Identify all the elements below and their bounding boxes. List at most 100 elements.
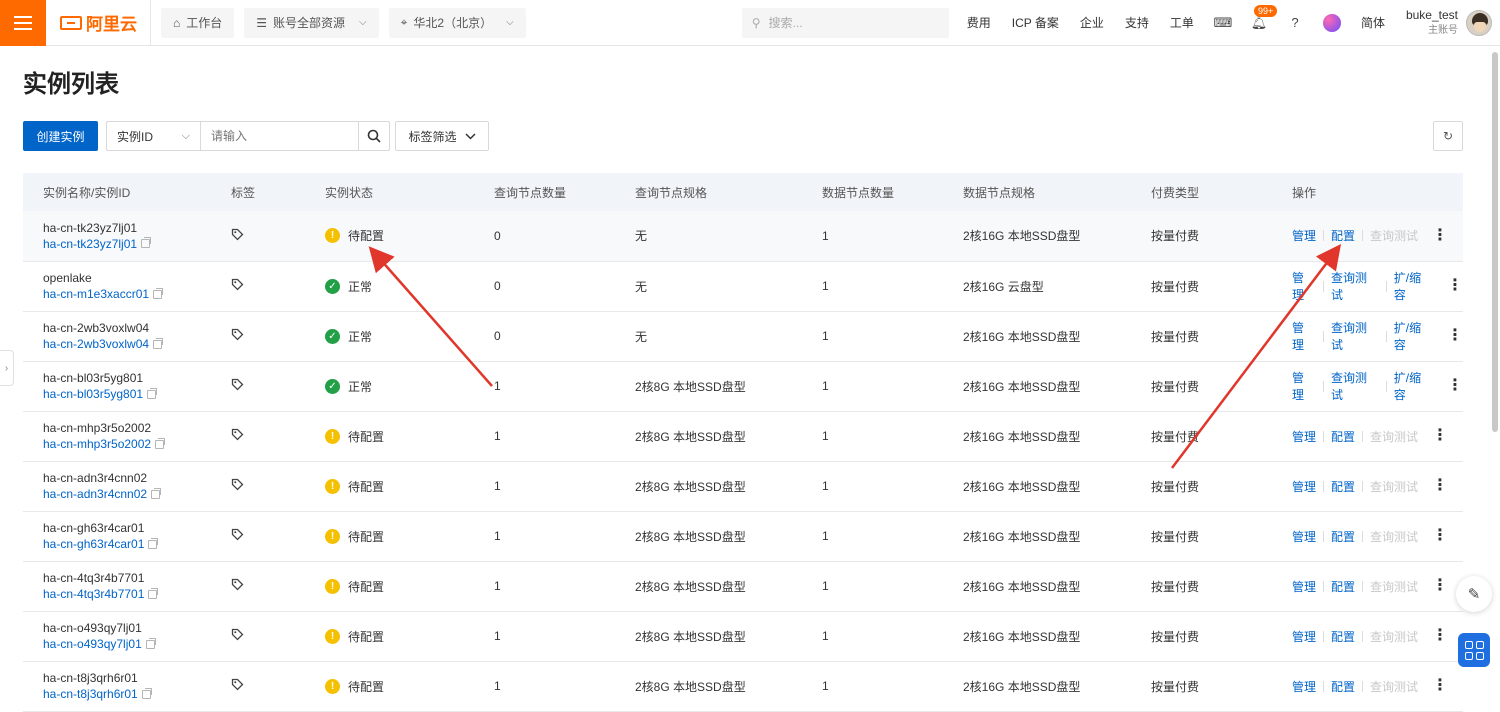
action-link[interactable]: 管理 bbox=[1292, 227, 1316, 244]
action-link[interactable]: 管理 bbox=[1292, 678, 1316, 695]
filter-field-select[interactable]: 实例ID ⌵ bbox=[107, 122, 201, 150]
resource-selector[interactable]: ☰ 账号全部资源 ⌵ bbox=[244, 7, 379, 38]
action-link[interactable]: 管理 bbox=[1292, 269, 1316, 303]
instance-id[interactable]: ha-cn-gh63r4car01 bbox=[43, 536, 144, 552]
search-button[interactable] bbox=[358, 122, 389, 150]
tag-icon[interactable] bbox=[231, 428, 244, 441]
instance-id-link[interactable]: ha-cn-bl03r5yg801 bbox=[43, 386, 211, 402]
copy-icon[interactable] bbox=[148, 587, 159, 599]
instance-id-link[interactable]: ha-cn-adn3r4cnn02 bbox=[43, 486, 211, 502]
quick-menu-button[interactable] bbox=[1458, 633, 1490, 667]
action-link[interactable]: 管理 bbox=[1292, 478, 1316, 495]
copy-icon[interactable] bbox=[153, 337, 164, 349]
create-instance-button[interactable]: 创建实例 bbox=[23, 121, 98, 151]
instance-id-link[interactable]: ha-cn-tk23yz7lj01 bbox=[43, 236, 211, 252]
tag-icon[interactable] bbox=[231, 328, 244, 341]
instance-id[interactable]: ha-cn-mhp3r5o2002 bbox=[43, 436, 151, 452]
instance-id[interactable]: ha-cn-adn3r4cnn02 bbox=[43, 486, 147, 502]
nav-link-billing[interactable]: 费用 bbox=[967, 14, 991, 31]
action-link[interactable]: 配置 bbox=[1331, 528, 1355, 545]
copy-icon[interactable] bbox=[151, 487, 162, 499]
action-link[interactable]: 查询测试 bbox=[1331, 369, 1379, 403]
ai-assistant-icon[interactable] bbox=[1322, 13, 1341, 32]
action-link[interactable]: 管理 bbox=[1292, 319, 1316, 353]
tag-icon[interactable] bbox=[231, 578, 244, 591]
more-actions-icon[interactable]: ⋮ bbox=[1432, 628, 1448, 644]
tag-icon[interactable] bbox=[231, 528, 244, 541]
more-actions-icon[interactable]: ⋮ bbox=[1432, 578, 1448, 594]
scrollbar[interactable] bbox=[1492, 52, 1498, 432]
nav-link-support[interactable]: 支持 bbox=[1125, 14, 1149, 31]
more-actions-icon[interactable]: ⋮ bbox=[1432, 528, 1448, 544]
more-actions-icon[interactable]: ⋮ bbox=[1432, 678, 1448, 694]
region-selector[interactable]: ⌖ 华北2（北京） ⌵ bbox=[388, 7, 526, 38]
instance-id[interactable]: ha-cn-2wb3voxlw04 bbox=[43, 336, 149, 352]
instance-id[interactable]: ha-cn-bl03r5yg801 bbox=[43, 386, 143, 402]
tag-icon[interactable] bbox=[231, 278, 244, 291]
user-info[interactable]: buke_test 主账号 bbox=[1406, 7, 1458, 39]
action-link[interactable]: 管理 bbox=[1292, 578, 1316, 595]
action-link[interactable]: 配置 bbox=[1331, 428, 1355, 445]
copy-icon[interactable] bbox=[145, 637, 156, 649]
instance-id[interactable]: ha-cn-t8j3qrh6r01 bbox=[43, 686, 138, 702]
language-switch[interactable]: 简体 bbox=[1361, 14, 1385, 31]
bell-icon[interactable]: 🔔︎ 99+ bbox=[1251, 4, 1278, 31]
copy-icon[interactable] bbox=[147, 387, 158, 399]
instance-id-link[interactable]: ha-cn-2wb3voxlw04 bbox=[43, 336, 211, 352]
tag-icon[interactable] bbox=[231, 678, 244, 691]
action-link[interactable]: 扩/缩容 bbox=[1394, 319, 1433, 353]
avatar[interactable] bbox=[1466, 9, 1492, 36]
more-actions-icon[interactable]: ⋮ bbox=[1432, 227, 1448, 243]
nav-link-enterprise[interactable]: 企业 bbox=[1080, 14, 1104, 31]
action-link[interactable]: 配置 bbox=[1331, 578, 1355, 595]
instance-id[interactable]: ha-cn-o493qy7lj01 bbox=[43, 636, 142, 652]
instance-id-link[interactable]: ha-cn-o493qy7lj01 bbox=[43, 636, 211, 652]
refresh-button[interactable]: ↻ bbox=[1433, 121, 1463, 151]
copy-icon[interactable] bbox=[141, 237, 152, 249]
instance-id-link[interactable]: ha-cn-t8j3qrh6r01 bbox=[43, 686, 211, 702]
tag-icon[interactable] bbox=[231, 378, 244, 391]
action-link[interactable]: 管理 bbox=[1292, 428, 1316, 445]
instance-id-link[interactable]: ha-cn-gh63r4car01 bbox=[43, 536, 211, 552]
help-icon[interactable]: ? bbox=[1287, 15, 1303, 31]
action-link[interactable]: 配置 bbox=[1331, 628, 1355, 645]
tag-filter-button[interactable]: 标签筛选 bbox=[395, 121, 489, 151]
instance-id[interactable]: ha-cn-m1e3xaccr01 bbox=[43, 286, 149, 302]
feedback-edit-button[interactable]: ✎ bbox=[1456, 576, 1492, 612]
action-link[interactable]: 配置 bbox=[1331, 478, 1355, 495]
instance-id[interactable]: ha-cn-4tq3r4b7701 bbox=[43, 586, 144, 602]
menu-icon[interactable] bbox=[0, 0, 46, 46]
action-link[interactable]: 配置 bbox=[1331, 678, 1355, 695]
action-link[interactable]: 管理 bbox=[1292, 369, 1316, 403]
more-actions-icon[interactable]: ⋮ bbox=[1432, 428, 1448, 444]
copy-icon[interactable] bbox=[148, 537, 159, 549]
more-actions-icon[interactable]: ⋮ bbox=[1432, 478, 1448, 494]
copy-icon[interactable] bbox=[153, 287, 164, 299]
filter-input[interactable] bbox=[201, 122, 358, 150]
action-link[interactable]: 查询测试 bbox=[1331, 319, 1379, 353]
tag-icon[interactable] bbox=[231, 228, 244, 241]
copy-icon[interactable] bbox=[155, 437, 166, 449]
instance-id-link[interactable]: ha-cn-mhp3r5o2002 bbox=[43, 436, 211, 452]
nav-link-icp[interactable]: ICP 备案 bbox=[1012, 14, 1059, 31]
action-link[interactable]: 管理 bbox=[1292, 528, 1316, 545]
action-link[interactable]: 查询测试 bbox=[1331, 269, 1379, 303]
more-actions-icon[interactable]: ⋮ bbox=[1447, 278, 1463, 294]
instance-id[interactable]: ha-cn-tk23yz7lj01 bbox=[43, 236, 137, 252]
more-actions-icon[interactable]: ⋮ bbox=[1447, 328, 1463, 344]
global-search-input[interactable]: ⚲ 搜索... bbox=[741, 7, 949, 38]
instance-id-link[interactable]: ha-cn-4tq3r4b7701 bbox=[43, 586, 211, 602]
action-link[interactable]: 管理 bbox=[1292, 628, 1316, 645]
tag-icon[interactable] bbox=[231, 478, 244, 491]
instance-id-link[interactable]: ha-cn-m1e3xaccr01 bbox=[43, 286, 211, 302]
logo[interactable]: 阿里云 bbox=[60, 10, 150, 35]
action-link[interactable]: 扩/缩容 bbox=[1394, 369, 1433, 403]
action-link[interactable]: 扩/缩容 bbox=[1394, 269, 1433, 303]
tag-icon[interactable] bbox=[231, 628, 244, 641]
sidebar-expand-toggle[interactable]: › bbox=[0, 350, 14, 386]
action-link[interactable]: 配置 bbox=[1331, 227, 1355, 244]
more-actions-icon[interactable]: ⋮ bbox=[1447, 378, 1463, 394]
workspace-button[interactable]: ⌂ 工作台 bbox=[161, 7, 235, 38]
terminal-icon[interactable]: ⌨ bbox=[1214, 15, 1233, 31]
nav-link-ticket[interactable]: 工单 bbox=[1170, 14, 1194, 31]
